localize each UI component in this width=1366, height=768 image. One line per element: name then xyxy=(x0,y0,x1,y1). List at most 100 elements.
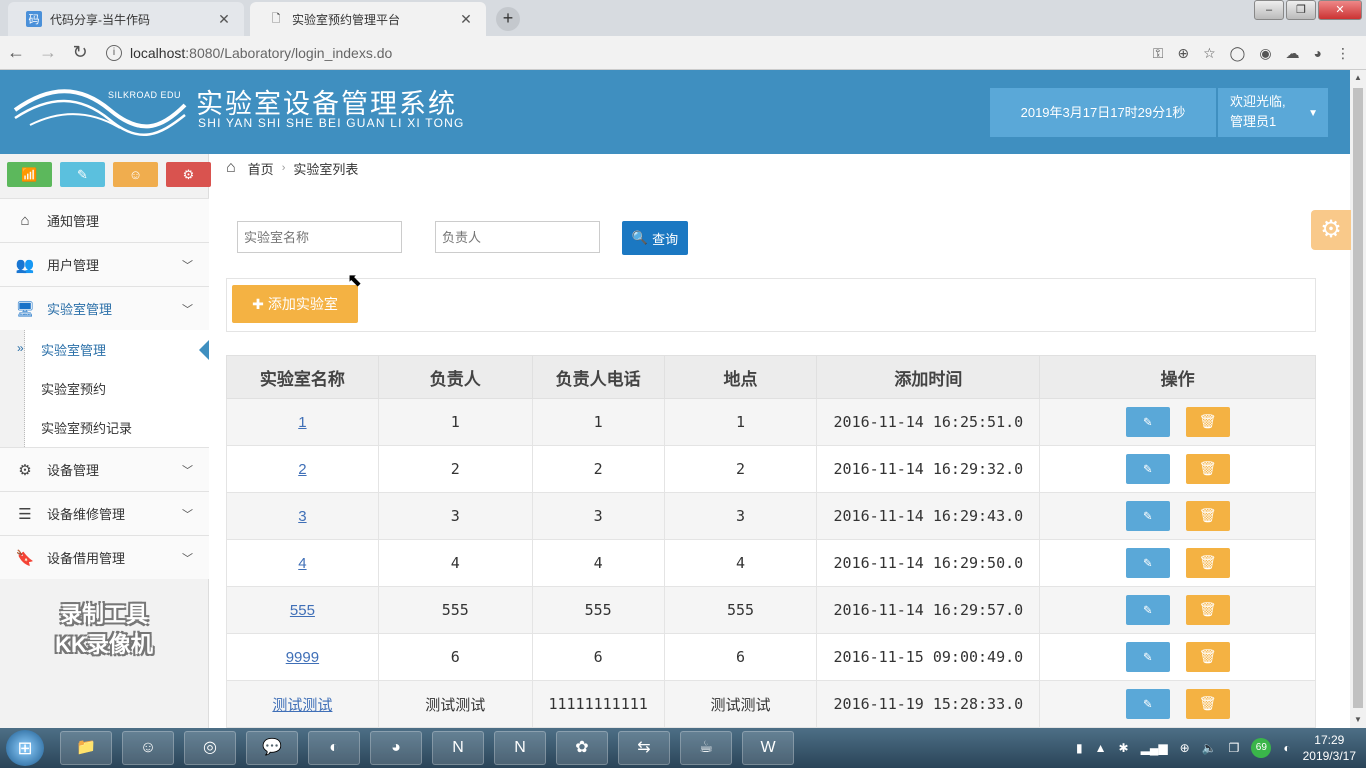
watermark-line: 录制工具 xyxy=(59,602,148,627)
sidebar-item-notice[interactable]: ⌂ 通知管理 xyxy=(0,198,209,242)
owner-input[interactable] xyxy=(435,221,600,253)
sidebar-item-users[interactable]: 👥 用户管理 ﹀ xyxy=(0,242,209,286)
edit-icon[interactable]: ✎ xyxy=(1125,501,1170,531)
cloud-icon[interactable]: ☁ xyxy=(1286,45,1300,62)
edit-icon[interactable]: ✎ xyxy=(1125,454,1170,484)
account-icon[interactable]: ◕ xyxy=(1314,45,1322,61)
page-scrollbar[interactable]: ▲ ▼ xyxy=(1350,70,1366,728)
home-icon[interactable]: ⌂ xyxy=(226,159,236,177)
explorer-icon[interactable]: 📁 xyxy=(60,731,112,765)
lab-name-link[interactable]: 3 xyxy=(298,508,306,525)
extension-icon[interactable]: ◯ xyxy=(1230,45,1246,62)
trash-icon[interactable]: 🗑 xyxy=(1185,595,1230,625)
network-icon[interactable]: ⊕ xyxy=(1180,741,1190,755)
trash-icon[interactable]: 🗑 xyxy=(1185,689,1230,719)
lab-name-link[interactable]: 2 xyxy=(298,461,306,478)
sidebar-item-label: 设备借用管理 xyxy=(47,551,126,566)
settings-button[interactable]: ⚙ xyxy=(166,162,211,187)
eclipse-icon[interactable]: ☕ xyxy=(680,731,732,765)
onenote-icon[interactable]: N xyxy=(494,731,546,765)
stats-button[interactable]: 📶 xyxy=(7,162,52,187)
add-lab-button[interactable]: ✚ 添加实验室 xyxy=(232,285,358,323)
sidebar-item-lab[interactable]: 🖥 实验室管理 ﹀ xyxy=(0,286,209,330)
system-tray: ▮ ▲ ✱ ▂▄▆ ⊕ 🔈 ❐ 69 ◐ 17:29 2019/3/17 xyxy=(1076,728,1366,768)
cell-owner: 6 xyxy=(377,633,533,681)
app-icon[interactable]: ☺ xyxy=(122,731,174,765)
submenu-lab-booking[interactable]: 实验室预约 xyxy=(25,369,209,408)
lab-name-link[interactable]: 1 xyxy=(298,414,306,431)
submenu-lab-booking-records[interactable]: 实验室预约记录 xyxy=(25,408,209,447)
edit-button[interactable]: ✎ xyxy=(60,162,105,187)
scroll-up-icon[interactable]: ▲ xyxy=(1350,70,1366,86)
browser-tab[interactable]: 码 代码分享-当牛作码 ✕ xyxy=(8,2,244,36)
trash-icon[interactable]: 🗑 xyxy=(1185,454,1230,484)
lab-name-link[interactable]: 测试测试 xyxy=(272,697,332,714)
browser-tab-active[interactable]: 🗋 实验室预约管理平台 ✕ xyxy=(250,2,486,36)
close-tab-icon[interactable]: ✕ xyxy=(216,11,232,28)
sidebar-item-repair[interactable]: ☰ 设备维修管理 ﹀ xyxy=(0,491,209,535)
lab-name-input[interactable] xyxy=(237,221,402,253)
app-icon[interactable]: ◕ xyxy=(370,731,422,765)
trash-icon[interactable]: 🗑 xyxy=(1185,407,1230,437)
lab-name-link[interactable]: 555 xyxy=(290,602,315,619)
trash-icon[interactable]: 🗑 xyxy=(1185,501,1230,531)
group-button[interactable]: ☺ xyxy=(113,162,158,187)
tray-expand-icon[interactable]: ▲ xyxy=(1095,741,1107,755)
clock[interactable]: 17:29 2019/3/17 xyxy=(1303,732,1356,764)
app-icon[interactable]: ✿ xyxy=(556,731,608,765)
settings-gear-icon[interactable]: ⚙ xyxy=(1311,210,1351,250)
info-icon[interactable]: i xyxy=(106,44,122,61)
notification-badge[interactable]: 69 xyxy=(1251,738,1272,758)
copy-icon[interactable]: ❐ xyxy=(1229,741,1240,755)
cell-name: 测试测试 xyxy=(226,680,379,728)
key-icon[interactable]: ⚿ xyxy=(1153,45,1164,62)
cell-location: 3 xyxy=(663,492,818,540)
sidebar-item-borrow[interactable]: 🔖 设备借用管理 ﹀ xyxy=(0,535,209,579)
cell-location: 2 xyxy=(663,445,818,493)
edit-icon[interactable]: ✎ xyxy=(1125,548,1170,578)
close-tab-icon[interactable]: ✕ xyxy=(458,11,474,28)
submenu-lab-manage[interactable]: 实验室管理 xyxy=(17,330,209,369)
cell-time: 2016-11-14 16:29:57.0 xyxy=(816,586,1041,634)
edit-icon[interactable]: ✎ xyxy=(1125,595,1170,625)
table-row: 2 2 2 2 2016-11-14 16:29:32.0 ✎ 🗑 xyxy=(226,445,1316,493)
volume-icon[interactable]: 🔈 xyxy=(1202,741,1217,755)
cell-location: 测试测试 xyxy=(663,680,818,728)
star-icon[interactable]: ☆ xyxy=(1203,45,1216,62)
menu-icon[interactable]: ⋮ xyxy=(1336,45,1350,62)
lab-name-link[interactable]: 9999 xyxy=(286,649,319,666)
forward-button[interactable]: → xyxy=(32,42,64,63)
back-button[interactable]: ← xyxy=(0,42,32,63)
table-row: 555 555 555 555 2016-11-14 16:29:57.0 ✎ 🗑 xyxy=(226,586,1316,634)
reload-button[interactable]: ↻ xyxy=(64,42,96,63)
new-tab-button[interactable]: + xyxy=(496,7,520,31)
scroll-down-icon[interactable]: ▼ xyxy=(1350,712,1366,728)
bluetooth-icon[interactable]: ✱ xyxy=(1119,741,1129,755)
onenote-icon[interactable]: N xyxy=(432,731,484,765)
trash-icon[interactable]: 🗑 xyxy=(1185,548,1230,578)
close-window-button[interactable]: ✕ xyxy=(1318,0,1362,20)
extension-icon[interactable]: ◉ xyxy=(1259,45,1271,62)
chrome-icon[interactable]: ◎ xyxy=(184,731,236,765)
edit-icon[interactable]: ✎ xyxy=(1125,407,1170,437)
start-button[interactable]: ⊞ xyxy=(6,730,44,766)
user-menu[interactable]: 欢迎光临, 管理员1 ▼ xyxy=(1218,88,1328,137)
edit-icon[interactable]: ✎ xyxy=(1125,689,1170,719)
cell-time: 2016-11-15 09:00:49.0 xyxy=(816,633,1041,681)
tray-icon[interactable]: ◐ xyxy=(1283,741,1290,755)
address-bar[interactable]: localhost:8080/Laboratory/login_indexs.d… xyxy=(130,45,392,61)
query-button[interactable]: 🔍 查询 xyxy=(622,221,688,255)
teamviewer-icon[interactable]: ⇆ xyxy=(618,731,670,765)
wps-icon[interactable]: W xyxy=(742,731,794,765)
minimize-button[interactable]: – xyxy=(1254,0,1284,20)
edit-icon[interactable]: ✎ xyxy=(1125,642,1170,672)
breadcrumb-home[interactable]: 首页 xyxy=(248,159,274,178)
zoom-icon[interactable]: ⊕ xyxy=(1177,45,1189,62)
scrollbar-thumb[interactable] xyxy=(1353,88,1363,708)
lab-name-link[interactable]: 4 xyxy=(298,555,306,572)
trash-icon[interactable]: 🗑 xyxy=(1185,642,1230,672)
app-icon[interactable]: ◐ xyxy=(308,731,360,765)
maximize-button[interactable]: ❐ xyxy=(1286,0,1316,20)
sidebar-item-equipment[interactable]: ⚙ 设备管理 ﹀ xyxy=(0,447,209,491)
wechat-icon[interactable]: 💬 xyxy=(246,731,298,765)
